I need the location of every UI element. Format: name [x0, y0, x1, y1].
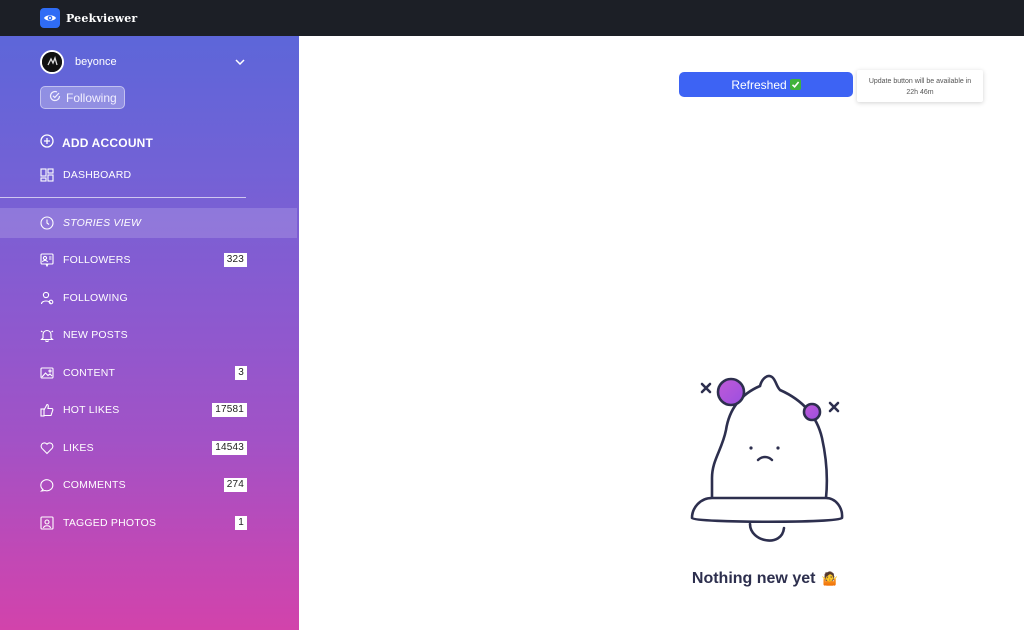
refresh-button-label: Refreshed — [731, 77, 787, 92]
top-bar: Peekviewer — [0, 0, 1024, 36]
count-badge: 3 — [235, 366, 247, 380]
check-mark-emoji-icon — [789, 79, 801, 90]
count-badge: 14543 — [212, 441, 247, 455]
clock-icon — [39, 215, 55, 231]
comment-icon — [39, 477, 55, 493]
tooltip-text: Update button will be available in — [868, 78, 972, 85]
nav-new-posts[interactable]: NEW POSTS — [0, 320, 299, 350]
account-switcher[interactable]: beyonce — [40, 50, 246, 74]
nav-dashboard[interactable]: DASHBOARD — [0, 160, 299, 190]
eye-logo-icon[interactable] — [40, 8, 60, 28]
followers-icon — [39, 252, 55, 268]
bell-icon — [39, 327, 55, 343]
empty-state-text: Nothing new yet — [691, 570, 816, 587]
image-icon — [39, 365, 55, 381]
nav-label: FOLLOWERS — [63, 254, 131, 266]
dashboard-icon — [39, 167, 55, 183]
nav-label: HOT LIKES — [63, 404, 120, 416]
count-badge: 17581 — [212, 403, 247, 417]
nav-dashboard-label: DASHBOARD — [63, 169, 132, 181]
app-name[interactable]: Peekviewer — [66, 12, 137, 25]
tooltip-countdown: 22h 46m — [906, 89, 934, 96]
nav-label: STORIES VIEW — [63, 217, 142, 229]
empty-state-message: Nothing new yet 🤷 — [660, 570, 870, 588]
count-badge: 1 — [235, 516, 247, 530]
nav-followers[interactable]: FOLLOWERS 323 — [0, 245, 299, 275]
thumbs-up-icon — [39, 402, 55, 418]
empty-bell-illustration-icon — [690, 374, 844, 542]
chevron-down-icon[interactable] — [234, 56, 246, 68]
check-circle-icon — [49, 90, 61, 105]
nav-likes[interactable]: LIKES 14543 — [0, 433, 299, 463]
add-account-button[interactable]: ADD ACCOUNT — [40, 134, 153, 151]
count-badge: 323 — [223, 253, 247, 267]
refresh-button[interactable]: Refreshed — [679, 72, 853, 97]
user-icon — [39, 290, 55, 306]
heart-icon — [39, 440, 55, 456]
following-status-button[interactable]: Following — [40, 86, 125, 109]
update-tooltip: Update button will be available in 22h 4… — [857, 70, 983, 102]
plus-circle-icon — [40, 134, 54, 151]
count-badge: 274 — [223, 478, 247, 492]
divider — [0, 197, 246, 198]
shrug-emoji-icon: 🤷 — [821, 571, 839, 586]
nav-label: CONTENT — [63, 367, 116, 379]
nav-content[interactable]: CONTENT 3 — [0, 358, 299, 388]
nav-label: COMMENTS — [63, 479, 126, 491]
account-username: beyonce — [75, 56, 117, 68]
avatar — [40, 50, 64, 74]
nav-stories-view[interactable]: STORIES VIEW — [0, 208, 297, 238]
sidebar: beyonce Following ADD ACCOUNT DASHBOARD … — [0, 36, 299, 630]
nav-tagged-photos[interactable]: TAGGED PHOTOS 1 — [0, 508, 299, 538]
nav-label: LIKES — [63, 442, 94, 454]
nav-hot-likes[interactable]: HOT LIKES 17581 — [0, 395, 299, 425]
tagged-photo-icon — [39, 515, 55, 531]
add-account-label: ADD ACCOUNT — [62, 135, 154, 150]
nav-label: TAGGED PHOTOS — [63, 517, 157, 529]
nav-comments[interactable]: COMMENTS 274 — [0, 470, 299, 500]
nav-label: FOLLOWING — [63, 292, 128, 304]
nav-following[interactable]: FOLLOWING — [0, 283, 299, 313]
nav-label: NEW POSTS — [63, 329, 128, 341]
following-label: Following — [66, 90, 117, 105]
